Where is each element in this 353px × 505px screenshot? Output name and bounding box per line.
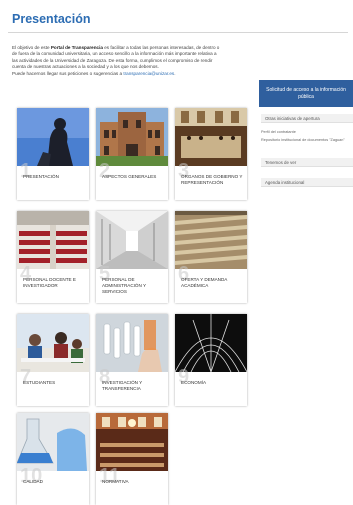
building-photo-icon [96,108,168,166]
tile-label: PERSONAL DOCENTE E INVESTIGADOR [23,277,76,288]
access-request-button[interactable]: Solicitud de acceso a la información púb… [259,80,353,107]
intro-text: Puede hacernos llegar sus peticiones o s… [12,70,124,76]
assembly-hall-photo-icon [175,108,247,166]
tile-personal-docente[interactable]: 4 PERSONAL DOCENTE E INVESTIGADOR [17,211,89,303]
tile-label: OFERTA Y DEMANDA ACADÉMICA [181,277,228,288]
tile-aspectos-generales[interactable]: 2 ASPECTOS GENERALES [96,108,168,200]
intro-paragraph: El objetivo de este Portal de Transparen… [12,45,252,77]
intro-line: de fuera de la comunidad universitaria, … [12,51,217,57]
tile-label: ÓRGANOS DE GOBIERNO Y REPRESENTACIÓN [181,174,243,185]
lab-flask-photo-icon [17,413,89,471]
portal-name: Portal de Transparencia [50,45,103,50]
lab-samples-photo-icon [96,314,168,372]
intro-text: es facilitar a todas las personas intere… [102,45,220,50]
tile-label: INVESTIGACIÓN Y TRANSFERENCIA [102,380,143,391]
page-title: Presentación [12,12,91,26]
tile-label: ESTUDIANTES [23,380,56,385]
tile-organos-gobierno[interactable]: 3 ÓRGANOS DE GOBIERNO Y REPRESENTACIÓN [175,108,247,200]
intro-text: . [174,70,176,76]
students-photo-icon [17,314,89,372]
tile-label: ASPECTOS GENERALES [102,174,157,179]
tile-label: PERSONAL DE ADMINISTRACIÓN Y SERVICIOS [102,277,146,294]
tile-oferta-demanda[interactable]: 6 OFERTA Y DEMANDA ACADÉMICA [175,211,247,303]
sidebar-item-otras-iniciativas[interactable]: Otras iniciativas de apertura [261,114,353,123]
tile-investigacion[interactable]: 8 INVESTIGACIÓN Y TRANSFERENCIA [96,314,168,406]
sidebar-item-perfil-contratante[interactable]: Perfil del contratante [261,130,351,135]
contact-email-link[interactable]: transparencia@unizar.es [123,71,174,76]
tile-label: CALIDAD [23,479,43,484]
sidebar-item-tenemos-de-ver[interactable]: Tenemos de ver [261,158,353,167]
iron-ceiling-photo-icon [175,314,247,372]
tile-label: ECONOMÍA [181,380,207,385]
title-divider [8,32,348,33]
tile-economia[interactable]: 9 ECONOMÍA [175,314,247,406]
intro-line: Puede hacernos llegar sus peticiones o s… [12,71,252,77]
tile-personal-administracion[interactable]: 5 PERSONAL DE ADMINISTRACIÓN Y SERVICIOS [96,211,168,303]
tile-presentacion[interactable]: 1 PRESENTACIÓN [17,108,89,200]
sidebar-item-agenda-institucional[interactable]: Agenda institucional [261,178,353,187]
paraninfo-photo-icon [96,413,168,471]
tile-calidad[interactable]: 10 CALIDAD [17,413,89,505]
tile-estudiantes[interactable]: 7 ESTUDIANTES [17,314,89,406]
intro-text: El objetivo de este [12,45,51,50]
lecture-hall-photo-icon [17,211,89,269]
sidebar-item-repositorio-zaguan[interactable]: Repositorio institucional de documentos … [261,138,351,143]
tile-normativa[interactable]: 11 NORMATIVA [96,413,168,505]
corridor-photo-icon [96,211,168,269]
tile-label: NORMATIVA [102,479,129,484]
tile-label: PRESENTACIÓN [23,174,59,179]
auditorium-photo-icon [175,211,247,269]
statue-photo-icon [17,108,89,166]
